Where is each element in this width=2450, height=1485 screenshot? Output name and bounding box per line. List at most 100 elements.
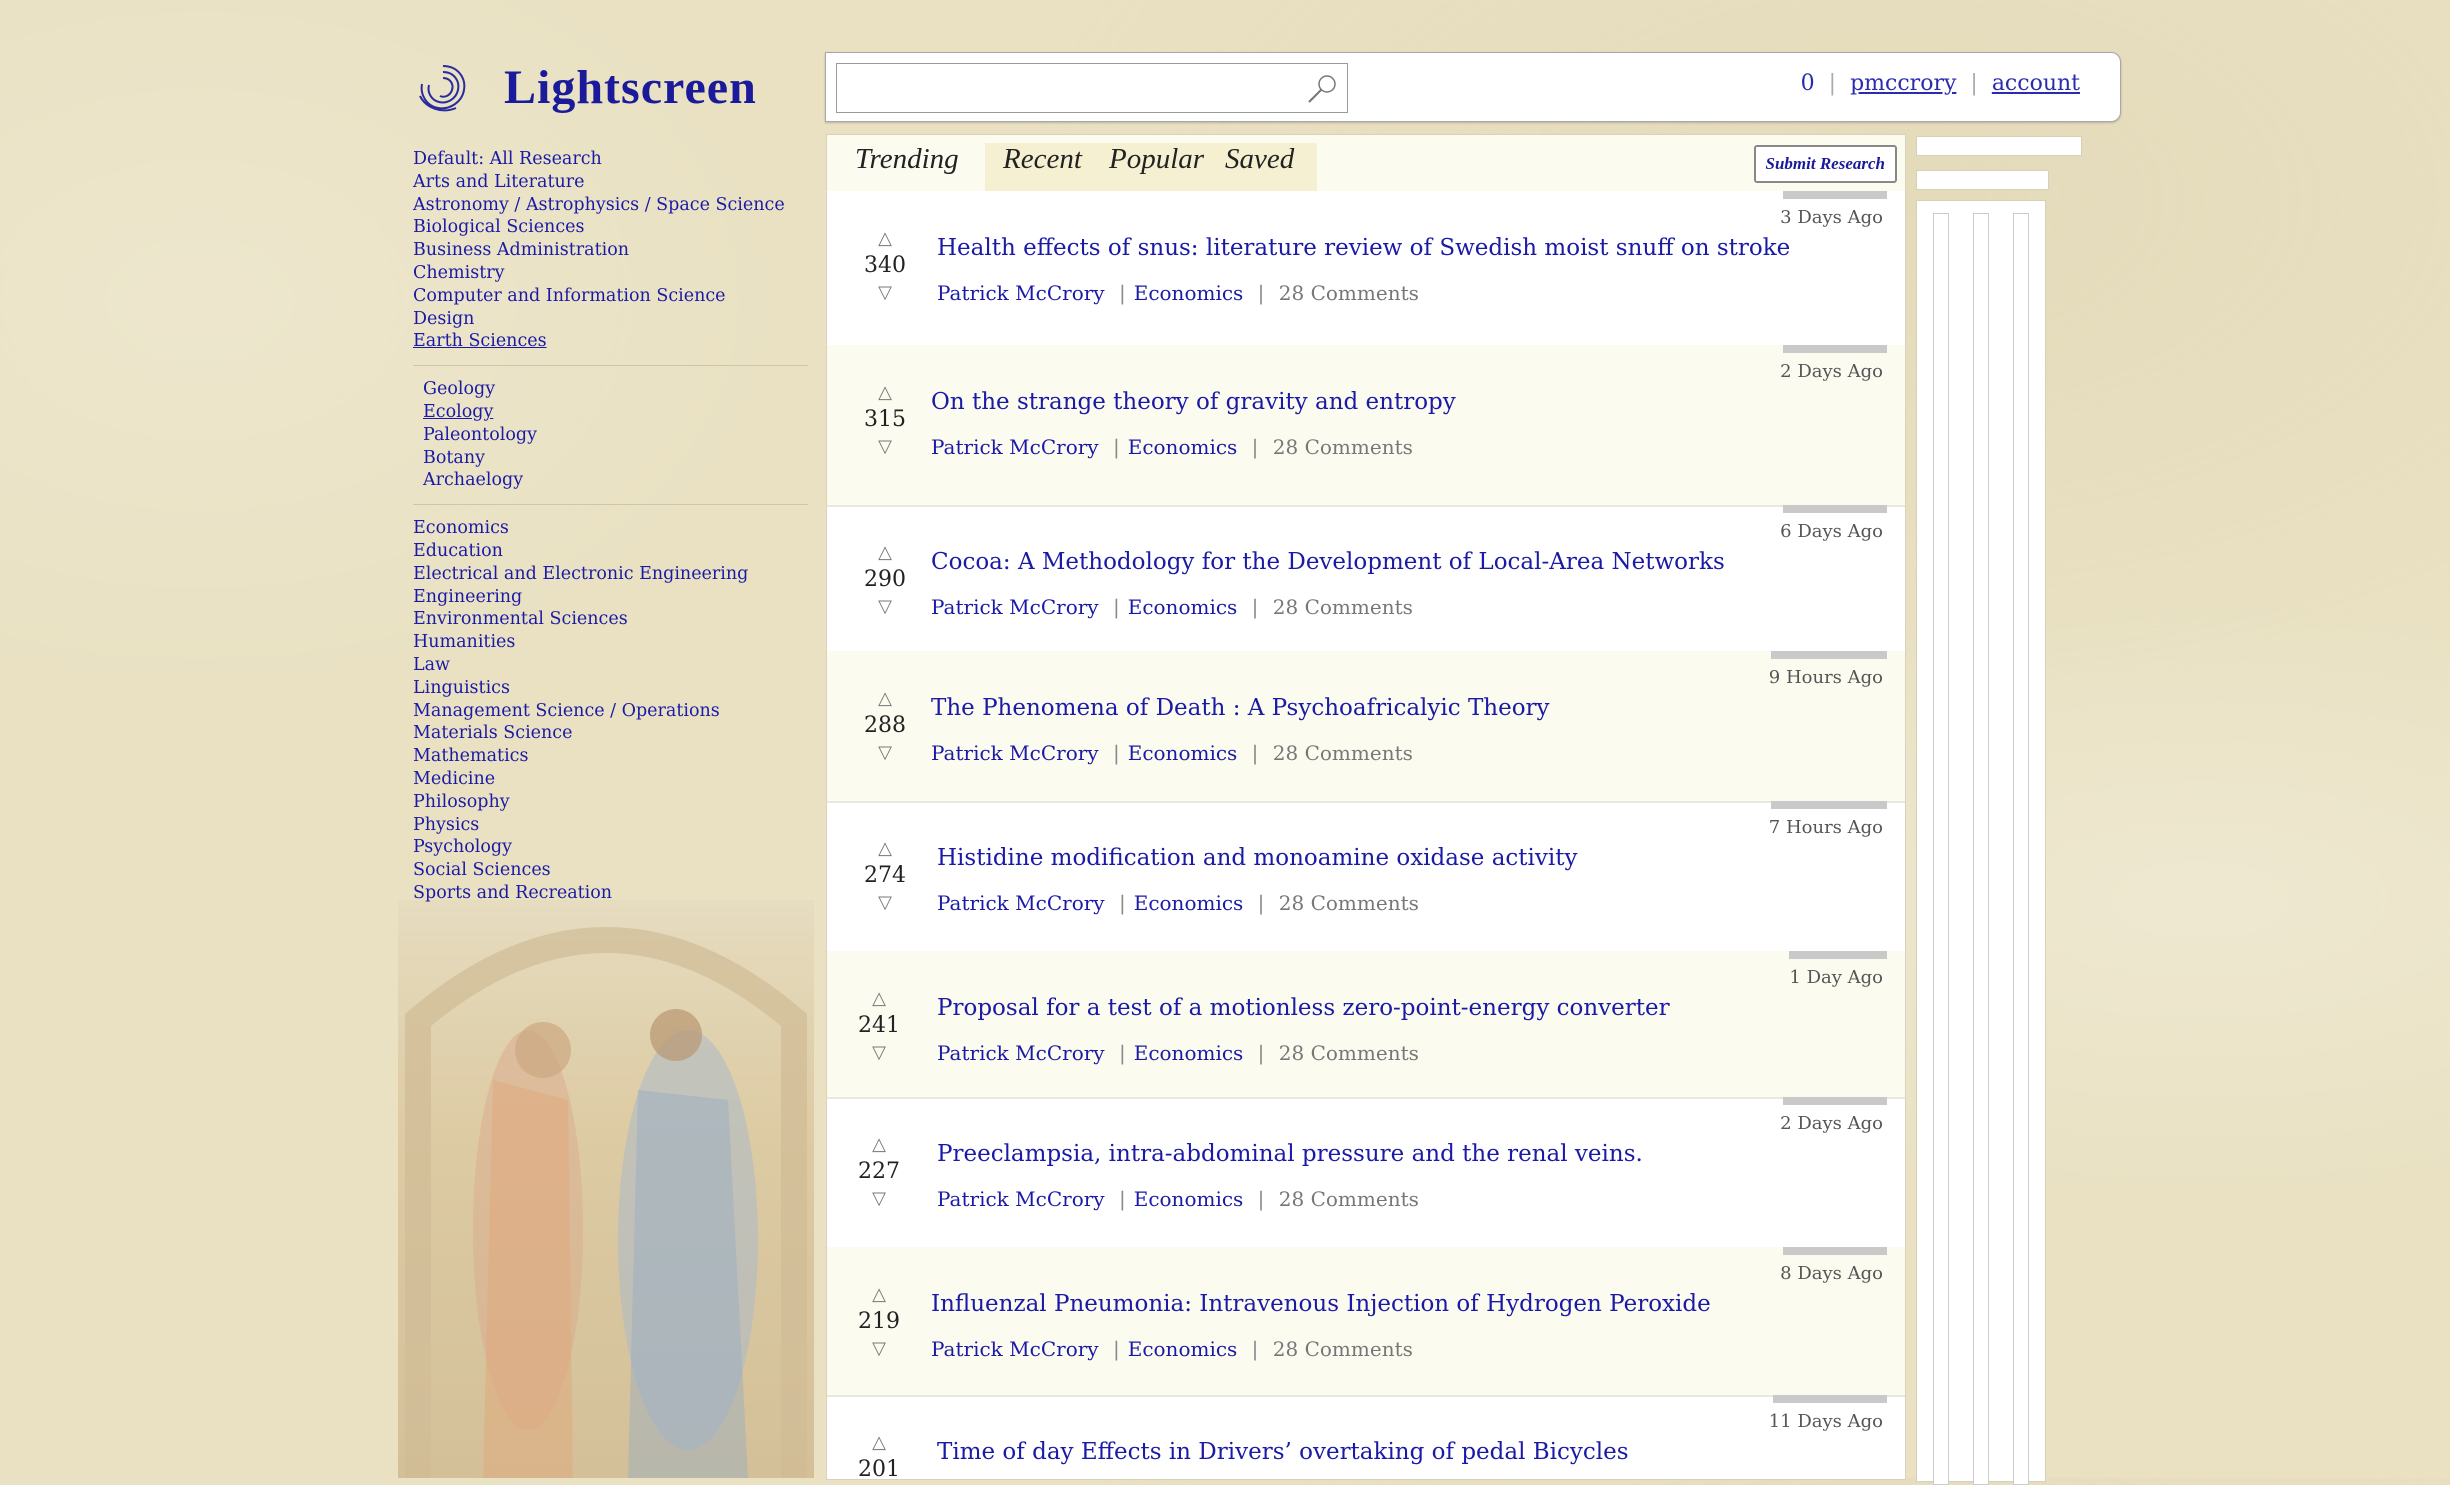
upvote-icon[interactable]: △ <box>855 839 915 859</box>
category-item[interactable]: Social Sciences <box>413 859 808 882</box>
upvote-icon[interactable]: △ <box>855 689 915 709</box>
category-item[interactable]: Electrical and Electronic Engineering <box>413 563 808 586</box>
downvote-icon[interactable]: ▽ <box>855 893 915 913</box>
upvote-icon[interactable]: △ <box>849 1433 909 1453</box>
tab-saved[interactable]: Saved <box>1225 143 1294 176</box>
post-author[interactable]: Patrick McCrory <box>931 435 1099 459</box>
post-author[interactable]: Patrick McCrory <box>937 281 1105 305</box>
subcategory-item-selected[interactable]: Ecology <box>413 401 808 424</box>
post-bar <box>1773 1395 1887 1403</box>
submit-research-button[interactable]: Submit Research <box>1753 145 1897 183</box>
category-item[interactable]: Law <box>413 654 808 677</box>
post-timestamp: 7 Hours Ago <box>1768 817 1883 838</box>
post-author[interactable]: Patrick McCrory <box>931 595 1099 619</box>
downvote-icon[interactable]: ▽ <box>855 597 915 617</box>
downvote-icon[interactable]: ▽ <box>849 1339 909 1359</box>
post-title[interactable]: Preeclampsia, intra-abdominal pressure a… <box>937 1141 1643 1167</box>
upvote-icon[interactable]: △ <box>849 1285 909 1305</box>
tab-trending[interactable]: Trending <box>855 143 959 176</box>
downvote-icon[interactable]: ▽ <box>855 437 915 457</box>
post-category[interactable]: Economics <box>1134 1187 1244 1211</box>
post-comments[interactable]: 28 Comments <box>1279 1041 1419 1065</box>
account-link[interactable]: account <box>1992 71 2080 96</box>
separator: | <box>1257 1041 1265 1065</box>
category-item[interactable]: Chemistry <box>413 262 808 285</box>
post-title[interactable]: Health effects of snus: literature revie… <box>937 235 1790 261</box>
subcategory-item[interactable]: Botany <box>413 447 808 470</box>
category-item[interactable]: Physics <box>413 814 808 837</box>
post-author[interactable]: Patrick McCrory <box>937 891 1105 915</box>
upvote-icon[interactable]: △ <box>849 989 909 1009</box>
subcategory-item[interactable]: Geology <box>413 378 808 401</box>
vote-widget: △ 219 ▽ <box>849 1285 909 1359</box>
post-title[interactable]: On the strange theory of gravity and ent… <box>931 389 1456 415</box>
post-category[interactable]: Economics <box>1134 1041 1244 1065</box>
category-item[interactable]: Management Science / Operations <box>413 700 808 723</box>
category-item[interactable]: Psychology <box>413 836 808 859</box>
upvote-icon[interactable]: △ <box>855 229 915 249</box>
downvote-icon[interactable]: ▽ <box>855 743 915 763</box>
post-category[interactable]: Economics <box>1134 891 1244 915</box>
post-title[interactable]: Proposal for a test of a motionless zero… <box>937 995 1670 1021</box>
post-category[interactable]: Economics <box>1134 281 1244 305</box>
tab-recent[interactable]: Recent <box>1003 143 1082 176</box>
category-item[interactable]: Materials Science <box>413 722 808 745</box>
post-bar <box>1789 951 1887 959</box>
category-item[interactable]: Computer and Information Science <box>413 285 808 308</box>
post-comments[interactable]: 28 Comments <box>1273 741 1413 765</box>
post-title[interactable]: Cocoa: A Methodology for the Development… <box>931 549 1725 575</box>
logo[interactable]: Lightscreen <box>412 52 757 122</box>
upvote-icon[interactable]: △ <box>849 1135 909 1155</box>
post-timestamp: 3 Days Ago <box>1780 207 1883 228</box>
post-author[interactable]: Patrick McCrory <box>937 1187 1105 1211</box>
post-row: 6 Days Ago △ 290 ▽ Cocoa: A Methodology … <box>827 505 1905 653</box>
category-item[interactable]: Engineering <box>413 586 808 609</box>
post-title[interactable]: Time of day Effects in Drivers’ overtaki… <box>937 1439 1629 1465</box>
post-category[interactable]: Economics <box>1128 435 1238 459</box>
category-item[interactable]: Default: All Research <box>413 148 808 171</box>
category-item[interactable]: Environmental Sciences <box>413 608 808 631</box>
category-item[interactable]: Linguistics <box>413 677 808 700</box>
post-title[interactable]: The Phenomena of Death : A Psychoafrical… <box>931 695 1550 721</box>
post-title[interactable]: Histidine modification and monoamine oxi… <box>937 845 1577 871</box>
notification-count[interactable]: 0 <box>1801 71 1815 96</box>
upvote-icon[interactable]: △ <box>855 543 915 563</box>
category-item[interactable]: Arts and Literature <box>413 171 808 194</box>
downvote-icon[interactable]: ▽ <box>849 1043 909 1063</box>
post-category[interactable]: Economics <box>1128 595 1238 619</box>
post-comments[interactable]: 28 Comments <box>1273 595 1413 619</box>
search-icon[interactable] <box>1305 72 1339 106</box>
category-item[interactable]: Business Administration <box>413 239 808 262</box>
post-comments[interactable]: 28 Comments <box>1273 1337 1413 1361</box>
tab-popular[interactable]: Popular <box>1109 143 1204 176</box>
post-category[interactable]: Economics <box>1128 1337 1238 1361</box>
post-title[interactable]: Influenzal Pneumonia: Intravenous Inject… <box>931 1291 1711 1317</box>
category-item[interactable]: Astronomy / Astrophysics / Space Science <box>413 194 808 217</box>
downvote-icon[interactable]: ▽ <box>855 283 915 303</box>
post-comments[interactable]: 28 Comments <box>1279 1187 1419 1211</box>
category-item[interactable]: Economics <box>413 517 808 540</box>
category-item-selected[interactable]: Earth Sciences <box>413 330 808 353</box>
subcategory-item[interactable]: Paleontology <box>413 424 808 447</box>
category-item[interactable]: Medicine <box>413 768 808 791</box>
category-item[interactable]: Sports and Recreation <box>413 882 808 905</box>
upvote-icon[interactable]: △ <box>855 383 915 403</box>
search-input[interactable] <box>836 63 1348 113</box>
post-author[interactable]: Patrick McCrory <box>931 1337 1099 1361</box>
downvote-icon[interactable]: ▽ <box>849 1189 909 1209</box>
separator: | <box>1112 595 1120 619</box>
category-item[interactable]: Design <box>413 308 808 331</box>
post-comments[interactable]: 28 Comments <box>1279 891 1419 915</box>
category-item[interactable]: Biological Sciences <box>413 216 808 239</box>
category-item[interactable]: Education <box>413 540 808 563</box>
post-author[interactable]: Patrick McCrory <box>931 741 1099 765</box>
category-item[interactable]: Mathematics <box>413 745 808 768</box>
category-item[interactable]: Philosophy <box>413 791 808 814</box>
post-author[interactable]: Patrick McCrory <box>937 1041 1105 1065</box>
category-item[interactable]: Humanities <box>413 631 808 654</box>
post-comments[interactable]: 28 Comments <box>1273 435 1413 459</box>
username-link[interactable]: pmccrory <box>1850 71 1956 96</box>
subcategory-item[interactable]: Archaelogy <box>413 469 808 492</box>
post-category[interactable]: Economics <box>1128 741 1238 765</box>
post-comments[interactable]: 28 Comments <box>1279 281 1419 305</box>
